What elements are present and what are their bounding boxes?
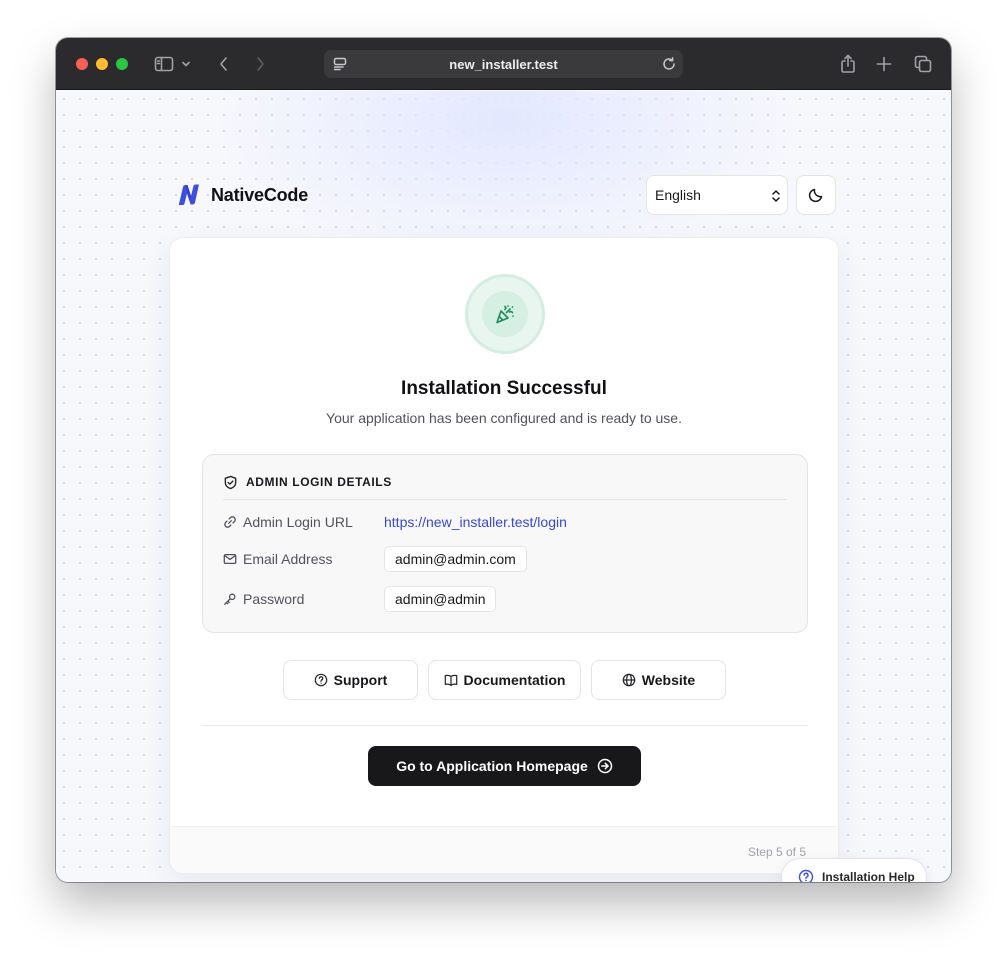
address-bar[interactable]: new_installer.test <box>324 50 683 78</box>
globe-icon <box>622 673 636 687</box>
documentation-button[interactable]: Documentation <box>428 660 581 700</box>
admin-url-link[interactable]: https://new_installer.test/login <box>384 514 567 530</box>
brand[interactable]: NativeCode <box>176 183 308 207</box>
admin-password-label: Password <box>243 591 305 607</box>
admin-details-heading: ADMIN LOGIN DETAILS <box>246 475 392 489</box>
success-title: Installation Successful <box>401 378 607 399</box>
tab-overview-icon[interactable] <box>911 52 935 76</box>
page-menu-icon[interactable] <box>332 56 348 72</box>
shield-check-icon <box>223 475 238 490</box>
close-window-button[interactable] <box>76 58 88 70</box>
support-button[interactable]: Support <box>283 660 418 700</box>
arrow-right-circle-icon <box>597 758 613 774</box>
zoom-window-button[interactable] <box>116 58 128 70</box>
admin-email-label: Email Address <box>243 551 333 567</box>
new-tab-plus-icon[interactable] <box>872 52 896 76</box>
browser-toolbar: new_installer.test <box>56 38 951 90</box>
link-icon <box>223 515 237 529</box>
select-chevrons-icon <box>771 188 781 204</box>
admin-email-row: Email Address admin@admin.com <box>223 546 527 572</box>
documentation-label: Documentation <box>463 672 566 688</box>
success-subtitle: Your application has been configured and… <box>326 410 682 426</box>
moon-icon <box>808 187 824 203</box>
language-select[interactable]: English <box>646 175 788 215</box>
page-content: NativeCode English Installation Successf… <box>56 91 951 882</box>
admin-password-value[interactable]: admin@admin <box>384 586 497 612</box>
installation-help-button[interactable]: Installation Help <box>781 858 927 882</box>
sidebar-toggle-icon[interactable] <box>152 52 176 76</box>
website-button[interactable]: Website <box>591 660 726 700</box>
admin-password-row: Password admin@admin <box>223 586 497 612</box>
help-circle-icon <box>798 869 814 882</box>
theme-toggle-button[interactable] <box>796 175 836 215</box>
resource-links: Support Documentation Website <box>283 660 736 700</box>
key-icon <box>223 592 237 606</box>
brand-name: NativeCode <box>211 184 309 205</box>
go-to-homepage-label: Go to Application Homepage <box>396 758 588 774</box>
party-popper-icon <box>494 303 516 325</box>
back-arrow-icon[interactable] <box>212 52 236 76</box>
admin-details-header: ADMIN LOGIN DETAILS <box>223 475 787 500</box>
success-badge <box>465 274 545 354</box>
go-to-homepage-button[interactable]: Go to Application Homepage <box>368 746 641 786</box>
language-select-value: English <box>655 187 701 203</box>
forward-arrow-icon[interactable] <box>248 52 272 76</box>
installation-card: Installation Successful Your application… <box>169 237 839 874</box>
reload-icon[interactable] <box>661 56 677 72</box>
divider <box>202 725 808 726</box>
installation-help-label: Installation Help <box>822 870 915 882</box>
step-indicator: Step 5 of 5 <box>747 845 806 859</box>
chevron-down-icon[interactable] <box>179 52 193 76</box>
address-bar-url: new_installer.test <box>449 56 558 72</box>
mail-icon <box>223 552 237 566</box>
admin-url-label: Admin Login URL <box>243 514 353 530</box>
admin-url-row: Admin Login URL https://new_installer.te… <box>223 509 567 535</box>
support-label: Support <box>333 672 388 688</box>
share-icon[interactable] <box>836 52 860 76</box>
minimize-window-button[interactable] <box>96 58 108 70</box>
book-open-icon <box>444 673 458 687</box>
brand-logo-icon <box>176 183 202 207</box>
admin-email-value[interactable]: admin@admin.com <box>384 546 527 572</box>
help-circle-icon <box>314 673 328 687</box>
website-label: Website <box>641 672 696 688</box>
browser-window: new_installer.test NativeCode English In… <box>56 38 951 882</box>
card-footer: Step 5 of 5 <box>170 826 838 873</box>
admin-details-panel: ADMIN LOGIN DETAILS Admin Login URL http… <box>202 454 808 633</box>
